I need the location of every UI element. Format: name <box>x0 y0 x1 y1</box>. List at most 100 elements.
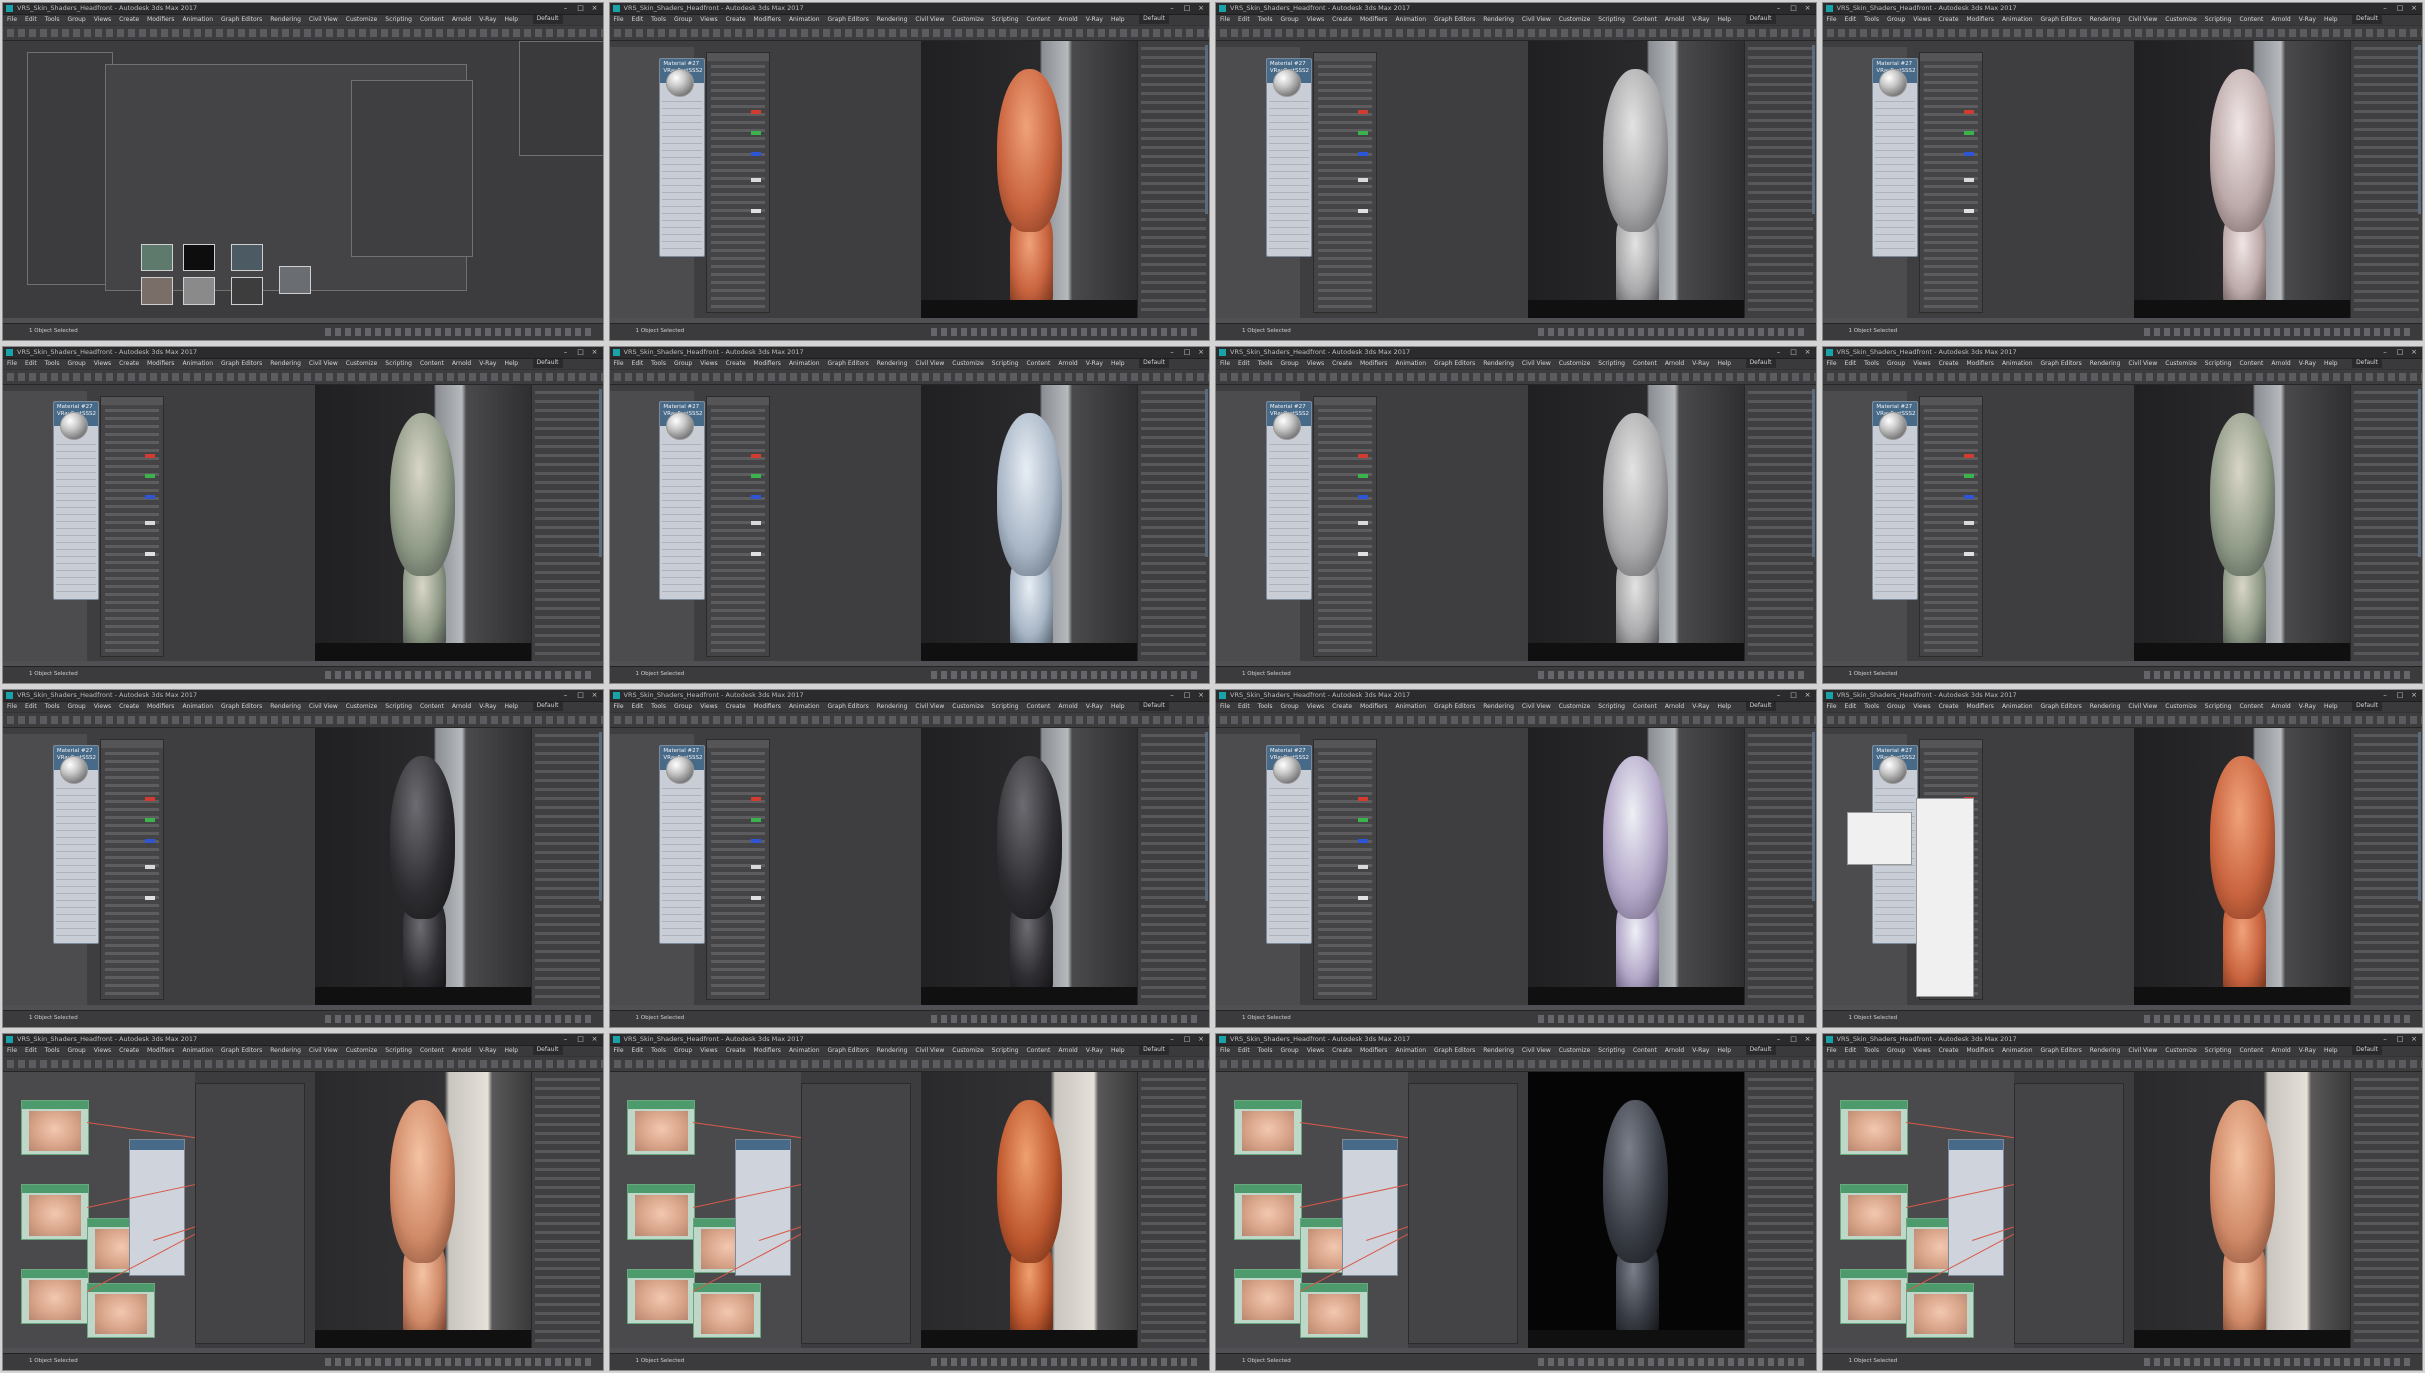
animation-controls[interactable] <box>931 1358 1201 1366</box>
menu-item[interactable]: Arnold <box>448 702 475 710</box>
bitmap-node[interactable] <box>1233 1184 1302 1240</box>
menu-item[interactable]: Edit <box>628 359 648 367</box>
minimize-icon[interactable]: – <box>559 3 573 14</box>
menu-item[interactable]: Animation <box>1391 1046 1430 1054</box>
menu-item[interactable]: Rendering <box>266 1046 305 1054</box>
minimize-icon[interactable]: – <box>1772 3 1786 14</box>
minimize-icon[interactable]: – <box>1772 347 1786 358</box>
context-menu[interactable] <box>1916 798 1975 998</box>
render-viewport[interactable] <box>921 41 1138 323</box>
menu-item[interactable]: Help <box>2320 15 2342 23</box>
menu-item[interactable]: Scripting <box>381 702 416 710</box>
menu-item[interactable]: Views <box>1303 15 1328 23</box>
menu-item[interactable]: Civil View <box>2124 15 2161 23</box>
window-titlebar[interactable]: VRS_Skin_Shaders_Headfront - Autodesk 3d… <box>1822 346 2422 359</box>
command-panel-scrollbar[interactable] <box>2418 45 2421 214</box>
color-swatch[interactable] <box>144 864 155 869</box>
menu-item[interactable]: Create <box>115 15 143 23</box>
parameter-rollout-header[interactable] <box>100 396 163 405</box>
render-viewport[interactable] <box>1527 1071 1744 1353</box>
menu-item[interactable]: Scripting <box>988 15 1023 23</box>
command-panel-rows[interactable] <box>2354 1077 2419 1347</box>
menu-item[interactable]: Group <box>670 1046 696 1054</box>
menu-item[interactable]: Graph Editors <box>1430 702 1479 710</box>
animation-controls[interactable] <box>324 1014 595 1023</box>
parameter-rollout-header[interactable] <box>100 740 163 749</box>
menu-item[interactable]: Rendering <box>1479 702 1518 710</box>
material-node[interactable]: Material #27VRayFastSSS2 <box>52 401 99 601</box>
main-toolbar[interactable] <box>1216 1056 1816 1072</box>
menu-item[interactable]: Scripting <box>381 15 416 23</box>
close-icon[interactable]: × <box>1801 690 1815 701</box>
menu-item[interactable]: Animation <box>178 15 217 23</box>
menu-item[interactable]: Content <box>2235 359 2267 367</box>
parameter-editor[interactable] <box>1312 52 1377 314</box>
menu-item[interactable]: Graph Editors <box>824 1046 873 1054</box>
menu-item[interactable]: Customize <box>948 702 988 710</box>
workspace-selector[interactable]: Default <box>1745 358 1776 368</box>
menu-item[interactable]: Modifiers <box>750 1046 785 1054</box>
menu-item[interactable]: Modifiers <box>1356 15 1391 23</box>
menu-item[interactable]: Edit <box>1841 15 1861 23</box>
parameter-rows[interactable] <box>1317 752 1372 996</box>
right-panel[interactable] <box>518 41 603 156</box>
bitmap-node[interactable] <box>1840 1099 1909 1156</box>
menu-item[interactable]: Civil View <box>305 15 342 23</box>
window-titlebar[interactable]: VRS_Skin_Shaders_Headfront - Autodesk 3d… <box>3 3 603 15</box>
menu-item[interactable]: Edit <box>628 702 648 710</box>
texture-thumbnail[interactable] <box>230 243 263 271</box>
color-swatch[interactable] <box>1357 495 1368 500</box>
maximize-icon[interactable]: □ <box>574 690 588 701</box>
color-swatch[interactable] <box>144 453 155 458</box>
scene-explorer-panel[interactable] <box>26 52 113 286</box>
menu-item[interactable]: File <box>1216 359 1234 367</box>
menu-item[interactable]: Edit <box>21 15 41 23</box>
material-node[interactable]: Material #27VRayFastSSS2 <box>1265 57 1312 257</box>
close-icon[interactable]: × <box>1801 3 1815 14</box>
menu-item[interactable]: Customize <box>342 1046 382 1054</box>
parameter-editor[interactable] <box>1919 395 1984 657</box>
menu-item[interactable]: Views <box>90 702 115 710</box>
menu-item[interactable]: Help <box>1107 359 1129 367</box>
menu-item[interactable]: V-Ray <box>1082 359 1107 367</box>
material-node[interactable]: Material #27VRayFastSSS2 <box>52 744 99 944</box>
menu-item[interactable]: File <box>1216 1046 1234 1054</box>
maximize-icon[interactable]: □ <box>2393 3 2407 14</box>
menu-item[interactable]: File <box>3 702 21 710</box>
menu-item[interactable]: Scripting <box>1594 15 1629 23</box>
color-swatch[interactable] <box>1357 453 1368 458</box>
menu-item[interactable]: Scripting <box>1594 702 1629 710</box>
menu-item[interactable]: Arnold <box>1054 702 1081 710</box>
menu-item[interactable]: Customize <box>948 1046 988 1054</box>
menu-item[interactable]: Modifiers <box>143 1046 178 1054</box>
command-panel-scrollbar[interactable] <box>2418 388 2421 558</box>
bitmap-node[interactable] <box>627 1099 696 1156</box>
menu-item[interactable]: Tools <box>647 15 670 23</box>
material-input-slots[interactable] <box>662 444 703 598</box>
menu-item[interactable]: Graph Editors <box>2037 15 2086 23</box>
command-panel-rows[interactable] <box>1141 1077 1206 1347</box>
menu-item[interactable]: Modifiers <box>1963 702 1998 710</box>
close-icon[interactable]: × <box>2407 1034 2421 1045</box>
menu-item[interactable]: Tools <box>1254 702 1277 710</box>
texture-thumbnail[interactable] <box>278 266 311 294</box>
command-panel-rows[interactable] <box>1747 1077 1813 1347</box>
maximize-icon[interactable]: □ <box>1180 690 1194 701</box>
close-icon[interactable]: × <box>1194 347 1208 358</box>
maximize-icon[interactable]: □ <box>1180 1034 1194 1045</box>
animation-controls[interactable] <box>931 327 1201 336</box>
menu-item[interactable]: Rendering <box>266 15 305 23</box>
command-panel[interactable] <box>2350 728 2422 1010</box>
close-icon[interactable]: × <box>1801 1034 1815 1045</box>
menu-item[interactable]: Help <box>500 702 522 710</box>
menu-item[interactable]: Help <box>1713 359 1735 367</box>
menu-item[interactable]: Group <box>63 359 89 367</box>
material-node-header[interactable] <box>129 1140 184 1151</box>
menu-item[interactable]: V-Ray <box>2295 702 2320 710</box>
menu-item[interactable]: Rendering <box>1479 15 1518 23</box>
menu-item[interactable]: Graph Editors <box>217 359 266 367</box>
menu-item[interactable]: Customize <box>2161 702 2201 710</box>
maximize-icon[interactable]: □ <box>1180 347 1194 358</box>
menu-item[interactable]: Group <box>1883 359 1909 367</box>
material-input-slots[interactable] <box>1875 444 1916 598</box>
